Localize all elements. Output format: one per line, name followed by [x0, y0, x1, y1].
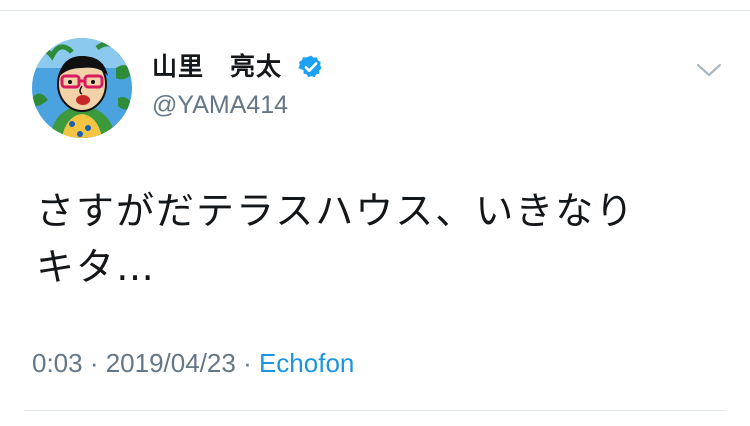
tweet-metadata: 0:03 · 2019/04/23 · Echofon	[32, 346, 354, 380]
user-handle[interactable]: @YAMA414	[152, 88, 288, 122]
avatar[interactable]	[32, 38, 132, 138]
top-divider	[0, 10, 750, 11]
chevron-down-icon[interactable]	[695, 60, 723, 80]
bottom-divider	[24, 410, 726, 411]
tweet-text-line: キタ…	[36, 245, 157, 289]
meta-separator: ·	[82, 348, 106, 378]
tweet-time[interactable]: 0:03	[32, 348, 83, 378]
meta-separator: ·	[235, 348, 259, 378]
verified-badge-icon	[298, 55, 322, 78]
cartoon-portrait-avatar-icon	[32, 38, 132, 138]
tweet-date[interactable]: 2019/04/23	[106, 348, 236, 378]
tweet-text-line: さすがだテラスハウス、いきなり	[36, 189, 636, 233]
tweet-source-link[interactable]: Echofon	[259, 348, 354, 378]
display-name[interactable]: 山里 亮太	[152, 50, 282, 84]
tweet-text: さすがだテラスハウス、いきなり キタ…	[36, 183, 716, 295]
